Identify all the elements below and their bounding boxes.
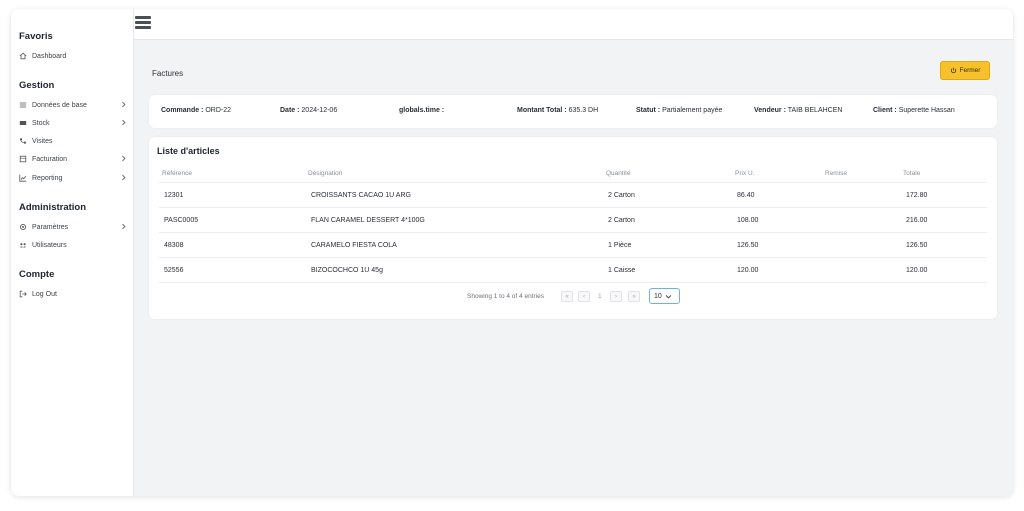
sidebar: Favoris Dashboard Gestion Données de bas… (11, 9, 134, 496)
cell-prix: 120.00 (737, 267, 759, 274)
invoice-icon (19, 155, 27, 163)
cell-totale: 172.80 (906, 192, 928, 199)
menu-toggle-icon[interactable] (135, 16, 151, 31)
cell-designation: BIZOCOCHCO 1U 45g (311, 267, 383, 274)
sidebar-item-dashboard[interactable]: Dashboard (19, 49, 127, 63)
route-icon (19, 138, 27, 144)
chevron-right-icon (122, 223, 126, 230)
cell-totale: 216.00 (906, 217, 928, 224)
chevron-right-icon (122, 174, 126, 181)
first-page-button[interactable]: « (561, 291, 573, 302)
column-header-remise[interactable]: Remise (825, 170, 847, 177)
order-info-card: Commande : ORD-22 Date : 2024-12-06 glob… (149, 95, 997, 128)
cell-reference: 52556 (164, 267, 184, 274)
chevron-right-icon (122, 155, 126, 162)
sidebar-item-label: Stock (32, 119, 50, 127)
cell-quantite: 2 Carton (608, 217, 635, 224)
column-header-prix[interactable]: Prix U. (735, 170, 755, 177)
last-page-button[interactable]: » (628, 291, 640, 302)
current-page[interactable]: 1 (598, 293, 602, 300)
sidebar-item-label: Utilisateurs (32, 241, 67, 249)
chevron-right-icon (122, 101, 126, 108)
cell-totale: 126.50 (906, 242, 928, 249)
chart-icon (19, 174, 27, 182)
chevron-right-icon (122, 119, 126, 126)
info-client: Client : Superette Hassan (873, 107, 955, 114)
prev-page-button[interactable]: ‹ (578, 291, 590, 302)
sidebar-item-parametres[interactable]: Paramètres (19, 220, 127, 234)
app-window: Favoris Dashboard Gestion Données de bas… (11, 9, 1013, 496)
table-divider (159, 232, 987, 233)
sidebar-item-donnees-de-base[interactable]: Données de base (19, 98, 127, 112)
info-commande: Commande : ORD-22 (161, 107, 232, 114)
gear-icon (19, 223, 27, 231)
sidebar-item-facturation[interactable]: Facturation (19, 152, 127, 166)
power-icon (950, 67, 956, 74)
sidebar-item-label: Reporting (32, 174, 63, 182)
table-divider (159, 257, 987, 258)
close-button-label: Fermer (959, 67, 981, 74)
sidebar-item-reporting[interactable]: Reporting (19, 171, 127, 185)
home-icon (19, 52, 27, 60)
cell-quantite: 1 Pièce (608, 242, 632, 249)
logout-icon (19, 290, 27, 298)
info-montant-total: Montant Total : 635.3 DH (517, 107, 599, 114)
info-date: Date : 2024-12-06 (280, 107, 338, 114)
sidebar-item-label: Log Out (32, 290, 57, 298)
cell-totale: 120.00 (906, 267, 928, 274)
column-header-designation[interactable]: Désignation (308, 170, 342, 177)
sidebar-item-label: Dashboard (32, 52, 67, 60)
next-page-button[interactable]: › (610, 291, 622, 302)
column-header-quantite[interactable]: Quantité (606, 170, 631, 177)
sidebar-item-label: Facturation (32, 155, 68, 163)
stock-icon (19, 121, 27, 125)
page-size-value: 10 (654, 292, 662, 300)
list-icon (19, 102, 27, 108)
page-title: Factures (152, 69, 184, 78)
cell-designation: FLAN CARAMEL DESSERT 4*100G (311, 217, 425, 224)
cell-designation: CARAMELO FIESTA COLA (311, 242, 397, 249)
info-vendeur: Vendeur : TAIB BELAHCEN (754, 107, 843, 114)
section-title-gestion: Gestion (19, 80, 55, 91)
page-size-select[interactable]: 10 (649, 288, 680, 304)
sidebar-item-label: Visites (32, 137, 53, 145)
cell-prix: 126.50 (737, 242, 759, 249)
cell-quantite: 1 Caisse (608, 267, 636, 274)
cell-reference: 12301 (164, 192, 184, 199)
cell-prix: 108.00 (737, 217, 759, 224)
cell-quantite: 2 Carton (608, 192, 635, 199)
section-title-administration: Administration (19, 202, 87, 213)
chevron-down-icon (665, 294, 672, 298)
top-bar (134, 9, 1013, 40)
users-icon (19, 243, 27, 248)
sidebar-item-log-out[interactable]: Log Out (19, 287, 127, 301)
cell-prix: 86.40 (737, 192, 755, 199)
section-title-compte: Compte (19, 269, 55, 280)
pagination-summary: Showing 1 to 4 of 4 entries (467, 293, 544, 300)
cell-reference: PASC0005 (164, 217, 199, 224)
column-header-reference[interactable]: Référence (162, 170, 192, 177)
sidebar-item-label: Paramètres (32, 223, 69, 231)
info-statut: Statut : Partialement payée (636, 107, 723, 114)
sidebar-item-utilisateurs[interactable]: Utilisateurs (19, 238, 127, 252)
sidebar-item-visites[interactable]: Visites (19, 134, 127, 148)
cell-reference: 48308 (164, 242, 184, 249)
section-title-favoris: Favoris (19, 31, 53, 42)
cell-designation: CROISSANTS CACAO 1U ARG (311, 192, 411, 199)
column-header-totale[interactable]: Totale (903, 170, 920, 177)
sidebar-item-stock[interactable]: Stock (19, 116, 127, 130)
articles-card: Liste d'articles Référence Désignation Q… (149, 137, 997, 319)
close-button[interactable]: Fermer (940, 61, 990, 80)
sidebar-item-label: Données de base (32, 101, 87, 109)
table-divider (159, 282, 987, 283)
table-divider (159, 207, 987, 208)
table-divider (159, 182, 987, 183)
info-time: globals.time : (399, 107, 445, 114)
articles-title: Liste d'articles (157, 146, 220, 156)
